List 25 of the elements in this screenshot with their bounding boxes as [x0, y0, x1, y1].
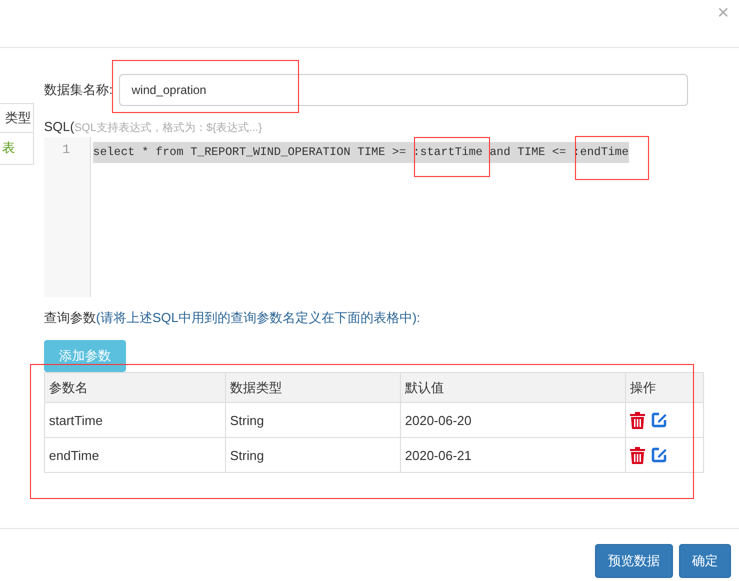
- column-header: 操作: [626, 372, 704, 402]
- table-header-cell: 类型: [0, 104, 33, 133]
- edit-icon[interactable]: [651, 447, 667, 464]
- trash-icon[interactable]: [630, 446, 645, 464]
- name-field[interactable]: wind_opration: [118, 74, 688, 106]
- edit-icon[interactable]: [651, 412, 667, 428]
- table-cell-text: 表: [1, 139, 16, 157]
- params-label: 查询参数(请将上述SQL中用到的查询参数名定义在下面的表格中):: [44, 309, 422, 327]
- table-cell: startTime: [44, 402, 226, 438]
- confirm-button[interactable]: 确定: [679, 544, 731, 578]
- close-button[interactable]: ×: [717, 2, 729, 25]
- table-cell: endTime: [44, 438, 226, 472]
- table-cell: String: [226, 438, 400, 472]
- trash-icon[interactable]: [630, 412, 645, 429]
- name-label: 数据集名称:: [44, 81, 113, 99]
- line-number: 1: [61, 141, 71, 159]
- table-cell: 2020-06-20: [400, 402, 626, 438]
- table-cell: String: [226, 402, 400, 438]
- column-header: 数据类型: [226, 372, 400, 402]
- table-cell: 2020-06-21: [400, 438, 626, 472]
- preview-button[interactable]: 预览数据: [595, 544, 673, 578]
- sql-editor[interactable]: 1 select * from T_REPORT_WIND_OPERATION TIME >= :startTime and TIME <= :endTime: [44, 137, 698, 297]
- column-header: 默认值: [400, 372, 626, 402]
- column-header: 参数名: [44, 372, 226, 402]
- sql-label: SQL(SQL支持表达式，格式为：${表达式...}: [44, 119, 263, 135]
